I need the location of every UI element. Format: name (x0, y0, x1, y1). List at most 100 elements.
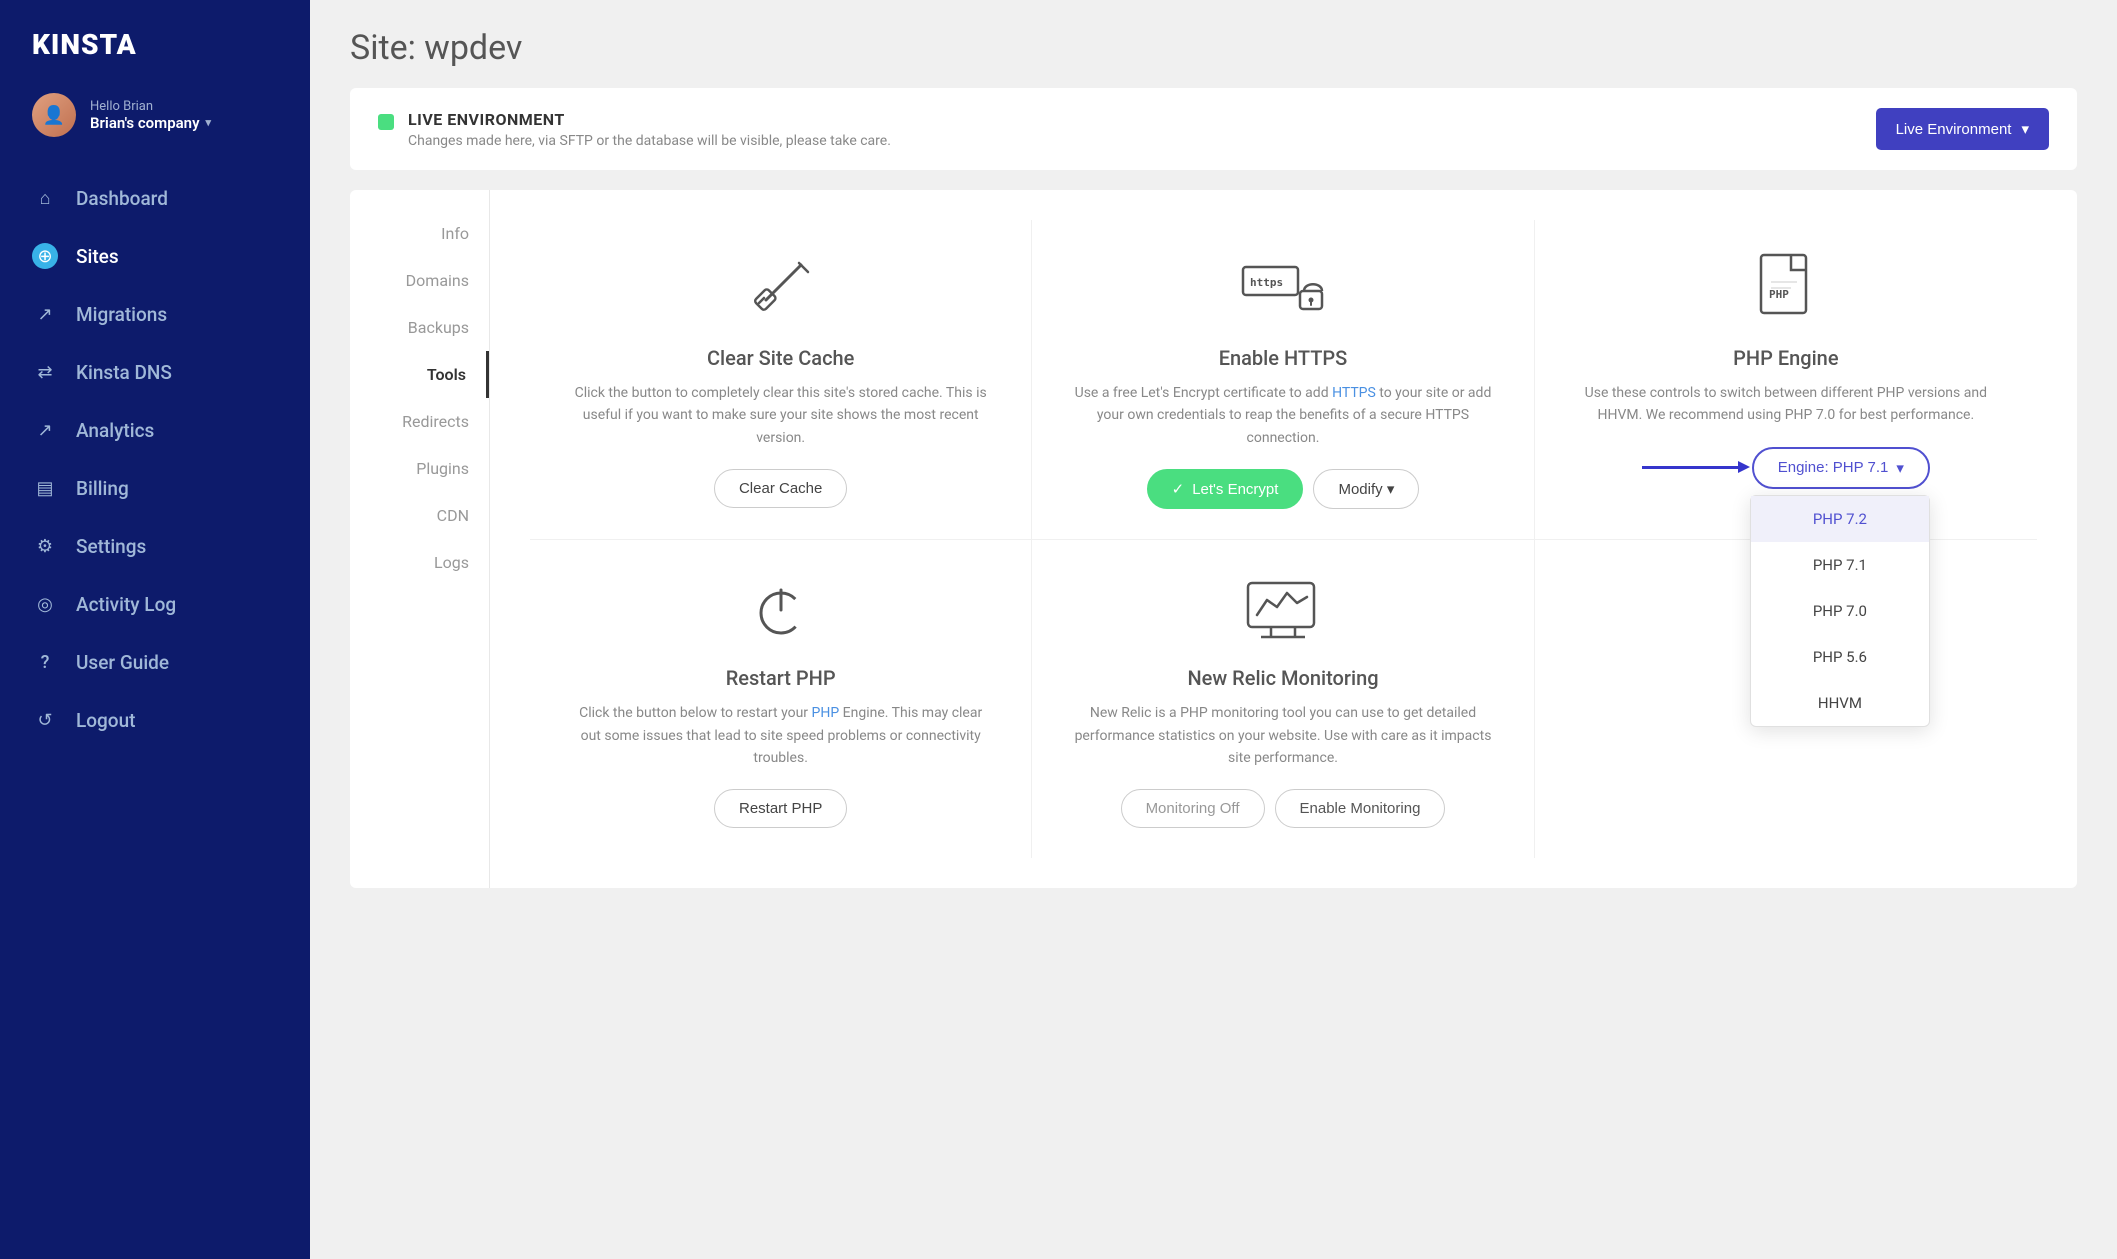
tool-enable-https: https Enable HTTPS Use a free Let's Encr… (1032, 220, 1534, 540)
live-indicator (378, 114, 394, 130)
php-engine-dropdown[interactable]: Engine: PHP 7.1 ▾ (1752, 447, 1930, 489)
svg-text:PHP: PHP (1769, 288, 1789, 301)
php-version-menu: PHP 7.2 PHP 7.1 PHP 7.0 PHP 5.6 HHVM (1750, 495, 1930, 727)
sidebar-item-label: Dashboard (76, 187, 168, 210)
company-chevron-icon: ▾ (206, 116, 212, 129)
broom-icon (741, 250, 821, 330)
sidebar-item-kinsta-dns[interactable]: ⇄ Kinsta DNS (0, 343, 310, 401)
monitor-icon (1243, 570, 1323, 650)
tool-clear-cache: Clear Site Cache Click the button to com… (530, 220, 1032, 540)
php-engine-desc: Use these controls to switch between dif… (1575, 382, 1997, 427)
enable-monitoring-button[interactable]: Enable Monitoring (1275, 789, 1446, 828)
sidebar-item-label: Billing (76, 477, 129, 500)
php-engine-title: PHP Engine (1733, 346, 1838, 370)
sidebar-item-label: Sites (76, 245, 119, 268)
chevron-down-icon: ▾ (1896, 459, 1904, 477)
sidebar-item-settings[interactable]: ⚙ Settings (0, 517, 310, 575)
sidebar-item-dashboard[interactable]: ⌂ Dashboard (0, 169, 310, 227)
php-icon: PHP (1746, 250, 1826, 330)
tool-new-relic: New Relic Monitoring New Relic is a PHP … (1032, 540, 1534, 858)
power-icon (741, 570, 821, 650)
sidebar-item-user-guide[interactable]: ? User Guide (0, 633, 310, 691)
billing-icon: ▤ (32, 475, 58, 501)
sidebar-item-label: Analytics (76, 419, 154, 442)
tools-panel: Clear Site Cache Click the button to com… (490, 190, 2077, 888)
restart-php-button[interactable]: Restart PHP (714, 789, 847, 828)
environment-bar: LIVE ENVIRONMENT Changes made here, via … (350, 88, 2077, 170)
clear-cache-title: Clear Site Cache (707, 346, 854, 370)
restart-php-desc: Click the button below to restart your P… (570, 702, 991, 769)
environment-text: LIVE ENVIRONMENT Changes made here, via … (408, 110, 891, 149)
restart-php-actions: Restart PHP (714, 789, 847, 828)
clear-cache-desc: Click the button to completely clear thi… (570, 382, 991, 449)
avatar: 👤 (32, 93, 76, 137)
sidebar-item-logout[interactable]: ↺ Logout (0, 691, 310, 749)
subnav-domains[interactable]: Domains (350, 257, 489, 304)
sidebar-item-label: Kinsta DNS (76, 361, 172, 384)
tool-php-engine: PHP PHP Engine Use these controls to swi… (1535, 220, 2037, 540)
https-icon: https (1243, 250, 1323, 330)
new-relic-desc: New Relic is a PHP monitoring tool you c… (1072, 702, 1493, 769)
php-option-7-0[interactable]: PHP 7.0 (1751, 588, 1929, 634)
subnav-tools[interactable]: Tools (350, 351, 489, 398)
https-actions: ✓ Let's Encrypt Modify ▾ (1147, 469, 1420, 509)
sidebar-item-label: Logout (76, 709, 136, 732)
avatar-image: 👤 (32, 93, 76, 137)
new-relic-title: New Relic Monitoring (1187, 666, 1378, 690)
page-title: Site: wpdev (350, 28, 2077, 68)
modify-button[interactable]: Modify ▾ (1313, 469, 1419, 509)
user-company: Brian's company ▾ (90, 114, 278, 132)
sidebar-item-activity-log[interactable]: ◎ Activity Log (0, 575, 310, 633)
subnav-plugins[interactable]: Plugins (350, 445, 489, 492)
https-title: Enable HTTPS (1219, 346, 1348, 370)
clear-cache-actions: Clear Cache (714, 469, 847, 508)
subnav-logs[interactable]: Logs (350, 539, 489, 586)
svg-text:https: https (1250, 276, 1283, 289)
environment-info: LIVE ENVIRONMENT Changes made here, via … (378, 110, 891, 149)
page-header: Site: wpdev (310, 0, 2117, 88)
environment-description: Changes made here, via SFTP or the datab… (408, 133, 891, 149)
sidebar-item-label: Settings (76, 535, 146, 558)
logout-icon: ↺ (32, 707, 58, 733)
tools-grid: Clear Site Cache Click the button to com… (530, 220, 2037, 858)
subnav-info[interactable]: Info (350, 210, 489, 257)
content-area: Info Domains Backups Tools Redirects Plu… (350, 190, 2077, 888)
environment-dropdown[interactable]: Live Environment ▾ (1876, 108, 2049, 150)
new-relic-actions: Monitoring Off Enable Monitoring (1121, 789, 1446, 828)
migrations-icon: ↗ (32, 301, 58, 327)
subnav-backups[interactable]: Backups (350, 304, 489, 351)
restart-php-title: Restart PHP (726, 666, 836, 690)
dns-icon: ⇄ (32, 359, 58, 385)
sidebar-item-billing[interactable]: ▤ Billing (0, 459, 310, 517)
main-content: Site: wpdev LIVE ENVIRONMENT Changes mad… (310, 0, 2117, 1259)
home-icon: ⌂ (32, 185, 58, 211)
subnav-redirects[interactable]: Redirects (350, 398, 489, 445)
chevron-icon: ▾ (1387, 481, 1395, 498)
gear-icon: ⚙ (32, 533, 58, 559)
sidebar-item-label: User Guide (76, 651, 169, 674)
sites-icon: ⊕ (32, 243, 58, 269)
user-greeting: Hello Brian (90, 99, 278, 114)
activity-icon: ◎ (32, 591, 58, 617)
checkmark-icon: ✓ (1172, 480, 1185, 498)
kinsta-logo: KINSTA (0, 0, 310, 81)
sub-navigation: Info Domains Backups Tools Redirects Plu… (350, 190, 490, 888)
https-desc: Use a free Let's Encrypt certificate to … (1072, 382, 1493, 449)
monitoring-off-button[interactable]: Monitoring Off (1121, 789, 1265, 828)
sidebar-item-label: Migrations (76, 303, 167, 326)
php-option-7-1[interactable]: PHP 7.1 (1751, 542, 1929, 588)
clear-cache-button[interactable]: Clear Cache (714, 469, 847, 508)
analytics-icon: ↗ (32, 417, 58, 443)
sidebar-item-sites[interactable]: ⊕ Sites (0, 227, 310, 285)
sidebar-item-analytics[interactable]: ↗ Analytics (0, 401, 310, 459)
guide-icon: ? (32, 649, 58, 675)
subnav-cdn[interactable]: CDN (350, 492, 489, 539)
sidebar: KINSTA 👤 Hello Brian Brian's company ▾ ⌂… (0, 0, 310, 1259)
php-dropdown-wrapper: Engine: PHP 7.1 ▾ PHP 7.2 PHP 7.1 PHP 7.… (1752, 447, 1930, 489)
lets-encrypt-button[interactable]: ✓ Let's Encrypt (1147, 469, 1304, 509)
sidebar-user-section[interactable]: 👤 Hello Brian Brian's company ▾ (0, 81, 310, 161)
sidebar-item-migrations[interactable]: ↗ Migrations (0, 285, 310, 343)
php-option-7-2[interactable]: PHP 7.2 (1751, 496, 1929, 542)
php-option-hhvm[interactable]: HHVM (1751, 680, 1929, 726)
php-option-5-6[interactable]: PHP 5.6 (1751, 634, 1929, 680)
